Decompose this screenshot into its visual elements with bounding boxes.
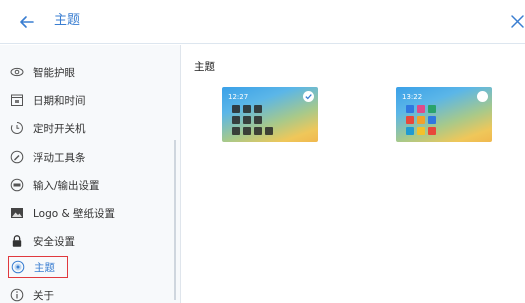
sidebar-item-security[interactable]: 安全设置 bbox=[10, 230, 75, 252]
app-tile bbox=[243, 105, 251, 113]
theme-option-2[interactable]: 13:22 bbox=[396, 87, 492, 142]
input-output-icon bbox=[10, 178, 24, 192]
sidebar-item-date-time[interactable]: 日期和时间 bbox=[10, 89, 86, 111]
power-timer-icon bbox=[11, 122, 23, 134]
sidebar-item-about[interactable]: 关于 bbox=[10, 284, 54, 303]
app-tile bbox=[428, 127, 436, 135]
image-icon bbox=[11, 208, 23, 218]
sidebar-item-label: 浮动工具条 bbox=[33, 151, 86, 164]
sidebar-item-label: Logo & 壁纸设置 bbox=[33, 207, 116, 220]
eye-protection-icon bbox=[10, 67, 24, 77]
sidebar-item-label: 主题 bbox=[34, 261, 55, 274]
calendar-icon bbox=[11, 94, 23, 106]
app-tile bbox=[406, 127, 414, 135]
sidebar-item-label: 安全设置 bbox=[33, 235, 75, 248]
sidebar-item-theme[interactable]: 主题 bbox=[8, 256, 68, 278]
info-icon bbox=[10, 288, 24, 302]
theme-option-1[interactable]: 12:27 bbox=[222, 87, 318, 142]
app-tile bbox=[417, 105, 425, 113]
settings-sidebar: 智能护眼 日期和时间 定时开关机 浮动工具条 输入/输出设置 Logo & 壁纸… bbox=[0, 45, 181, 303]
app-tile bbox=[254, 116, 262, 124]
app-tile bbox=[254, 105, 262, 113]
sidebar-item-floating-toolbar[interactable]: 浮动工具条 bbox=[10, 146, 86, 168]
app-tile bbox=[232, 116, 240, 124]
sidebar-item-label: 日期和时间 bbox=[33, 94, 86, 107]
close-button[interactable] bbox=[509, 12, 525, 32]
app-tile bbox=[243, 127, 251, 135]
app-tile bbox=[417, 116, 425, 124]
app-tile bbox=[232, 127, 240, 135]
unselected-radio-icon bbox=[477, 91, 488, 102]
sidebar-item-input-output[interactable]: 输入/输出设置 bbox=[10, 174, 100, 196]
theme-panel: 主题 12:27 13:22 bbox=[182, 45, 525, 303]
app-tile bbox=[265, 127, 273, 135]
lock-icon bbox=[12, 235, 22, 247]
app-tile bbox=[417, 127, 425, 135]
arrow-left-icon bbox=[20, 16, 34, 28]
page-title: 主题 bbox=[54, 13, 81, 28]
app-tile bbox=[243, 116, 251, 124]
sidebar-item-label: 关于 bbox=[33, 289, 54, 302]
theme-preview-time: 13:22 bbox=[402, 93, 423, 101]
selected-check-icon bbox=[303, 91, 314, 102]
back-button[interactable] bbox=[16, 12, 38, 32]
app-tile bbox=[406, 116, 414, 124]
floating-toolbar-icon bbox=[10, 150, 24, 164]
app-tile bbox=[254, 127, 262, 135]
theme-icon bbox=[11, 260, 25, 274]
app-tile bbox=[406, 105, 414, 113]
app-tile bbox=[428, 116, 436, 124]
sidebar-item-power-timer[interactable]: 定时开关机 bbox=[10, 117, 86, 139]
section-title: 主题 bbox=[194, 61, 215, 73]
sidebar-item-eye-protection[interactable]: 智能护眼 bbox=[10, 61, 75, 83]
sidebar-item-logo-wallpaper[interactable]: Logo & 壁纸设置 bbox=[10, 202, 115, 224]
sidebar-item-label: 输入/输出设置 bbox=[33, 179, 100, 192]
sidebar-scrollbar[interactable] bbox=[174, 140, 176, 300]
sidebar-item-label: 智能护眼 bbox=[33, 66, 75, 79]
theme-preview-time: 12:27 bbox=[228, 93, 249, 101]
title-bar: 主题 bbox=[0, 0, 525, 44]
app-tile bbox=[232, 105, 240, 113]
sidebar-item-label: 定时开关机 bbox=[33, 122, 86, 135]
close-icon bbox=[511, 15, 524, 28]
app-tile bbox=[428, 105, 436, 113]
